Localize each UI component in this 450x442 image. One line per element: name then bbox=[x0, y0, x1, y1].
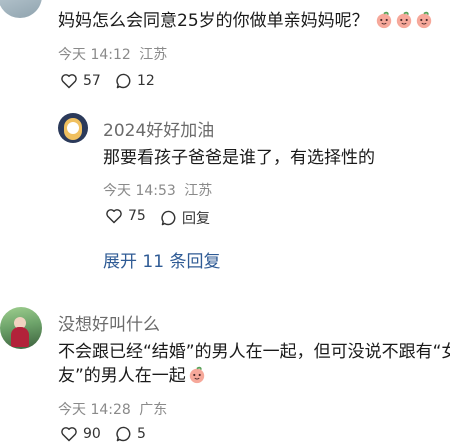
reply-meta: 今天 14:53 江苏 bbox=[103, 180, 212, 200]
peach-emoji-icon bbox=[375, 11, 393, 29]
comment-text: 妈妈怎么会同意25岁的你做单亲妈妈呢？ bbox=[58, 9, 433, 33]
reply-reply-button[interactable]: 回复 bbox=[161, 208, 210, 228]
avatar[interactable] bbox=[0, 0, 42, 18]
like-button[interactable]: 57 bbox=[60, 73, 101, 89]
comment-text-content: 友”的男人在一起 bbox=[58, 366, 186, 386]
like-count: 57 bbox=[83, 73, 101, 89]
comment-bubble-icon bbox=[116, 426, 132, 442]
reply-text: 那要看孩子爸爸是谁了，有选择性的 bbox=[103, 148, 375, 168]
peach-emoji-icon bbox=[415, 11, 433, 29]
like-button[interactable]: 90 bbox=[60, 426, 101, 442]
comment-username[interactable]: 没想好叫什么 bbox=[58, 310, 160, 335]
peach-emoji-icon bbox=[395, 11, 413, 29]
heart-icon bbox=[60, 73, 78, 89]
reply-username[interactable]: 2024好好加油 bbox=[103, 116, 214, 141]
comment-bubble-icon bbox=[161, 210, 177, 226]
reply-count: 5 bbox=[137, 426, 146, 442]
comment-meta: 今天 14:12 江苏 bbox=[58, 44, 167, 64]
avatar[interactable] bbox=[0, 307, 42, 349]
comment-time: 今天 14:12 bbox=[58, 47, 131, 63]
comment-text-line-1: 不会跟已经“结婚”的男人在一起，但可没说不跟有“女 bbox=[58, 342, 450, 362]
reply-time: 今天 14:53 bbox=[103, 183, 176, 199]
like-count: 90 bbox=[83, 426, 101, 442]
reply-like-button[interactable]: 75 bbox=[105, 208, 146, 224]
comment-text-line-2: 友”的男人在一起 bbox=[58, 364, 206, 388]
reply-label: 回复 bbox=[182, 211, 210, 227]
expand-replies-link[interactable]: 展开 11 条回复 bbox=[103, 247, 220, 272]
comment-text-content: 妈妈怎么会同意25岁的你做单亲妈妈呢？ bbox=[58, 11, 369, 31]
reply-button[interactable]: 5 bbox=[116, 426, 146, 442]
comment-location: 江苏 bbox=[139, 47, 168, 63]
like-count: 75 bbox=[128, 208, 146, 224]
comment-bubble-icon bbox=[116, 73, 132, 89]
reply-count: 12 bbox=[137, 73, 155, 89]
reply-location: 江苏 bbox=[184, 183, 213, 199]
reply-button[interactable]: 12 bbox=[116, 73, 155, 89]
avatar[interactable] bbox=[58, 113, 88, 143]
comment-meta: 今天 14:28 广东 bbox=[58, 399, 167, 419]
peach-emoji-icon bbox=[188, 366, 206, 384]
heart-icon bbox=[105, 208, 123, 224]
comment-location: 广东 bbox=[139, 402, 168, 418]
heart-icon bbox=[60, 426, 78, 442]
comment-time: 今天 14:28 bbox=[58, 402, 131, 418]
